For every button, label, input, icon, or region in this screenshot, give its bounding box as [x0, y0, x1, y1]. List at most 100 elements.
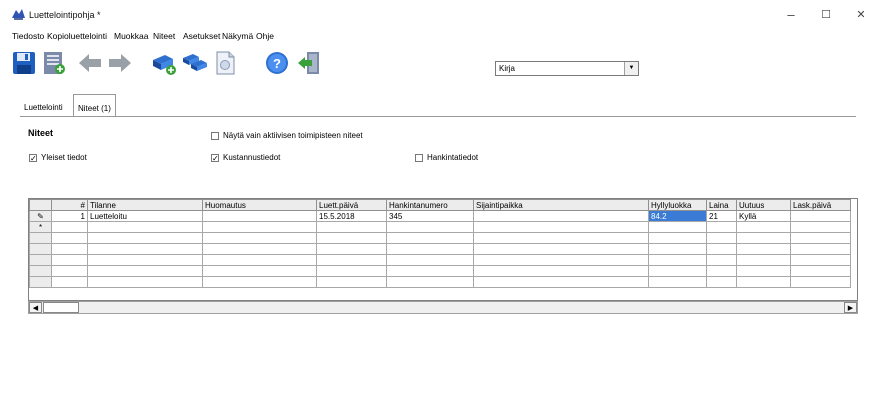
menu-muokkaa[interactable]: Muokkaa	[114, 31, 149, 41]
grid-cell[interactable]: Kyllä	[736, 210, 791, 222]
grid-cell	[87, 276, 203, 288]
scroll-left-icon[interactable]: ◀	[29, 302, 42, 313]
exit-button[interactable]	[296, 50, 322, 76]
grid-cell	[51, 265, 88, 277]
document-button[interactable]	[212, 50, 238, 76]
grid-cell	[736, 254, 791, 266]
general-info-checkbox[interactable]: ✓ Yleiset tiedot	[29, 153, 87, 162]
checkbox-label: Näytä vain aktiivisen toimipisteen nitee…	[223, 131, 363, 140]
tab-niteet[interactable]: Niteet (1)	[73, 94, 116, 117]
grid-cell[interactable]	[473, 221, 649, 233]
grid-cell[interactable]: 345	[386, 210, 474, 222]
publisher-info-checkbox[interactable]: ✓ Kustannustiedot	[211, 153, 280, 162]
grid-cell[interactable]	[202, 210, 317, 222]
chevron-down-icon[interactable]: ▼	[624, 62, 638, 75]
column-header[interactable]: Hankintanumero	[386, 199, 474, 211]
books-copy-icon	[183, 54, 207, 71]
toolbar-separator	[245, 49, 246, 77]
items-grid[interactable]: # Tilanne Huomautus Luett.päivä Hankinta…	[28, 198, 858, 301]
back-button[interactable]	[77, 50, 103, 76]
only-active-checkbox[interactable]: Näytä vain aktiivisen toimipisteen nitee…	[211, 131, 363, 140]
grid-cell[interactable]	[51, 221, 88, 233]
close-button[interactable]: ✕	[847, 6, 875, 24]
grid-cell[interactable]	[648, 221, 707, 233]
svg-text:?: ?	[273, 56, 281, 71]
horizontal-scrollbar[interactable]: ◀ ▶	[28, 301, 858, 314]
checkbox-box[interactable]	[415, 153, 423, 162]
grid-cell	[386, 232, 474, 244]
grid-cell[interactable]	[386, 221, 474, 233]
minimize-button[interactable]: –	[777, 6, 805, 24]
menu-tiedosto[interactable]: Tiedosto	[12, 31, 44, 41]
column-header[interactable]: Huomautus	[202, 199, 317, 211]
table-row-empty	[29, 254, 851, 266]
forward-button[interactable]	[107, 50, 133, 76]
grid-cell[interactable]: 1	[51, 210, 88, 222]
grid-cell	[386, 243, 474, 255]
column-header[interactable]: Lask.päivä	[790, 199, 851, 211]
grid-cell	[316, 276, 387, 288]
grid-cell[interactable]	[790, 221, 851, 233]
tab-luettelointi[interactable]: Luettelointi	[20, 97, 67, 117]
grid-cell[interactable]: 15.5.2018	[316, 210, 387, 222]
save-icon	[13, 52, 35, 74]
grid-cell-selected[interactable]: 84.2	[648, 210, 707, 222]
checkbox-box[interactable]: ✓	[211, 153, 219, 162]
grid-cell[interactable]: 21	[706, 210, 737, 222]
grid-cell	[473, 254, 649, 266]
grid-cell[interactable]	[790, 210, 851, 222]
grid-cell	[706, 265, 737, 277]
maximize-button[interactable]: ☐	[812, 6, 840, 24]
grid-cell[interactable]	[87, 221, 203, 233]
column-header[interactable]: Sijaintipaikka	[473, 199, 649, 211]
row-header	[29, 243, 52, 255]
table-row-empty	[29, 265, 851, 277]
column-header[interactable]: Luett.päivä	[316, 199, 387, 211]
table-row-new[interactable]: *	[29, 221, 851, 233]
acquisition-info-checkbox[interactable]: Hankintatiedot	[415, 153, 478, 162]
grid-cell[interactable]	[316, 221, 387, 233]
grid-cell	[51, 243, 88, 255]
grid-cell	[202, 232, 317, 244]
material-type-select[interactable]: Kirja ▼	[495, 61, 639, 76]
grid-cell	[87, 232, 203, 244]
column-header[interactable]: #	[51, 199, 88, 211]
add-item-button[interactable]	[151, 50, 177, 76]
row-header	[29, 265, 52, 277]
grid-cell	[790, 232, 851, 244]
grid-cell	[316, 243, 387, 255]
grid-cell[interactable]	[202, 221, 317, 233]
menu-ohje[interactable]: Ohje	[256, 31, 274, 41]
toolbar-separator	[141, 49, 142, 77]
grid-cell	[87, 243, 203, 255]
save-button[interactable]	[11, 50, 37, 76]
scroll-right-icon[interactable]: ▶	[844, 302, 857, 313]
menu-niteet[interactable]: Niteet	[153, 31, 175, 41]
save-new-button[interactable]	[41, 50, 67, 76]
grid-cell	[473, 243, 649, 255]
books-add-icon	[153, 55, 176, 75]
menu-nakyma[interactable]: Näkymä	[222, 31, 253, 41]
grid-cell[interactable]	[473, 210, 649, 222]
column-header[interactable]: Laina	[706, 199, 737, 211]
column-header[interactable]: Hyllyluokka	[648, 199, 707, 211]
grid-cell	[706, 276, 737, 288]
grid-cell	[706, 254, 737, 266]
exit-icon	[298, 52, 319, 74]
column-header[interactable]: Tilanne	[87, 199, 203, 211]
checkbox-box[interactable]	[211, 131, 219, 140]
table-row[interactable]: ✎ 1 Luetteloitu 15.5.2018 345 84.2 21 Ky…	[29, 210, 851, 222]
menu-kopioluettelointi[interactable]: Kopioluettelointi	[47, 31, 107, 41]
copy-item-button[interactable]	[182, 50, 208, 76]
grid-cell	[790, 276, 851, 288]
grid-cell[interactable]	[736, 221, 791, 233]
column-header[interactable]: Uutuus	[736, 199, 791, 211]
grid-cell[interactable]	[706, 221, 737, 233]
row-header	[29, 254, 52, 266]
scroll-thumb[interactable]	[43, 302, 79, 313]
menu-asetukset[interactable]: Asetukset	[183, 31, 220, 41]
grid-cell	[386, 254, 474, 266]
help-button[interactable]: ?	[264, 50, 290, 76]
checkbox-box[interactable]: ✓	[29, 153, 37, 162]
grid-cell[interactable]: Luetteloitu	[87, 210, 203, 222]
